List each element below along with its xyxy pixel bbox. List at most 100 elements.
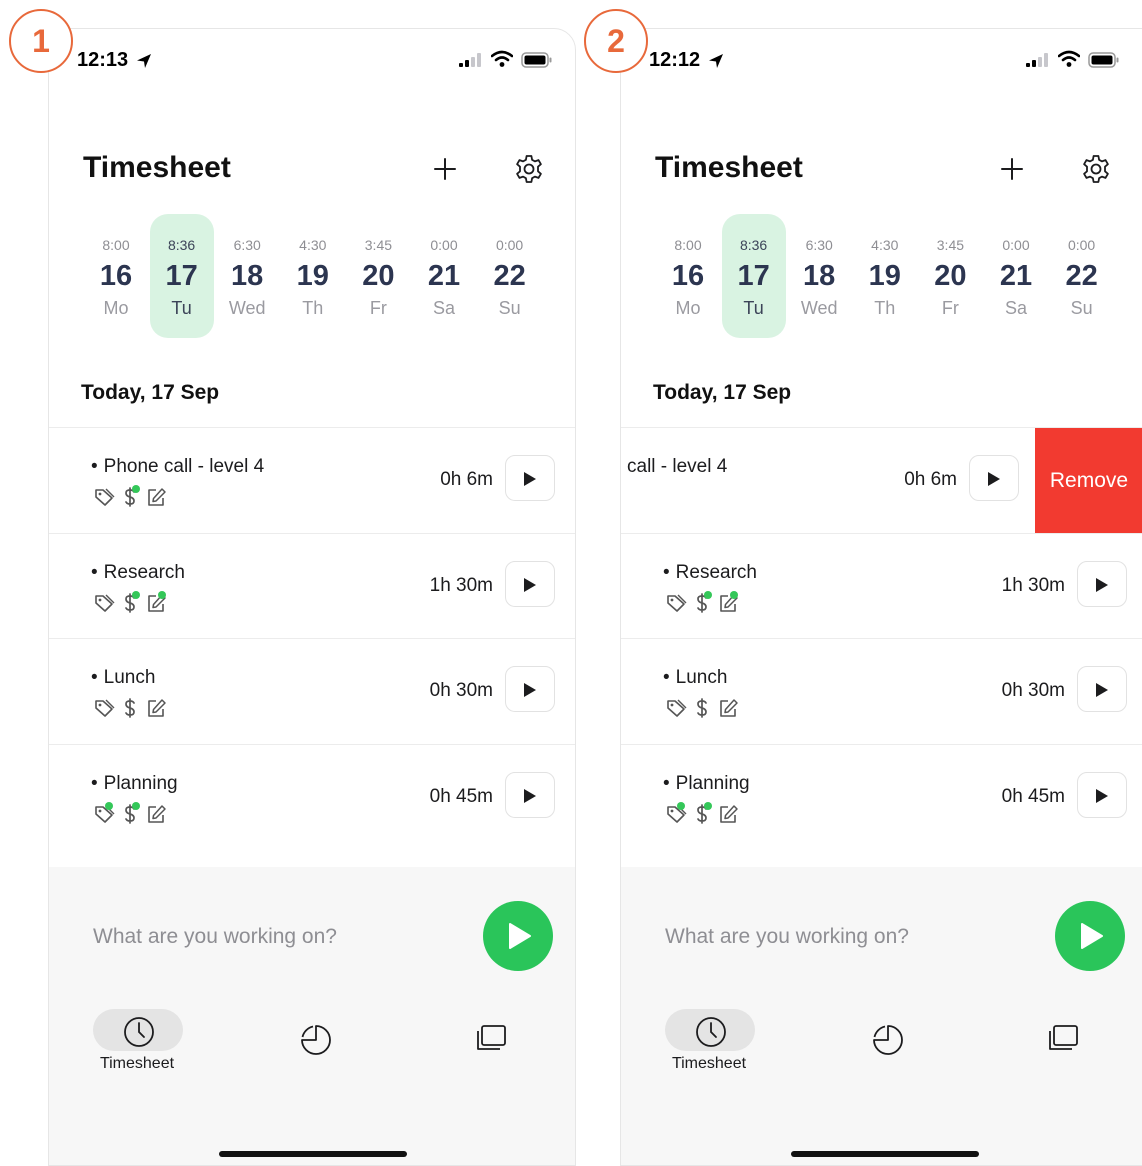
tag-icon[interactable] [93, 486, 115, 508]
step-badge-1: 1 [9, 9, 73, 73]
battery-icon [1088, 52, 1119, 68]
day-num: 21 [427, 260, 461, 292]
tab-projects[interactable] [429, 1009, 549, 1079]
entry-name: Lunch [91, 667, 156, 689]
time-entry-row[interactable]: Lunch 0h 30m [49, 638, 575, 744]
time-entry-row[interactable]: Research 1h 30m [621, 532, 1142, 640]
plus-icon[interactable] [998, 155, 1026, 183]
note-icon[interactable] [717, 697, 739, 719]
plus-icon[interactable] [431, 155, 459, 183]
day-cell-22[interactable]: 0:00 22 Su [1050, 214, 1114, 338]
day-hours: 3:45 [936, 237, 965, 253]
location-arrow-icon [137, 54, 151, 68]
day-cell-21[interactable]: 0:00 21 Sa [412, 214, 476, 338]
note-icon[interactable] [717, 803, 739, 825]
dollar-icon[interactable] [119, 485, 141, 508]
tag-icon[interactable] [93, 592, 115, 614]
day-cell-18[interactable]: 6:30 18 Wed [787, 214, 851, 338]
day-cell-22[interactable]: 0:00 22 Su [478, 214, 542, 338]
day-num: 19 [868, 260, 901, 292]
status-bar: 12:12 [649, 49, 1120, 73]
tag-icon[interactable] [665, 697, 687, 719]
note-icon[interactable] [145, 697, 167, 719]
entry-name: Research [91, 562, 185, 584]
start-timer-button[interactable] [483, 901, 553, 971]
entry-play-button[interactable] [505, 771, 555, 818]
entry-play-button[interactable] [1077, 560, 1127, 607]
tab-reports[interactable] [254, 1009, 374, 1079]
section-title: Today, 17 Sep [653, 381, 792, 404]
clock-icon [124, 1017, 154, 1047]
entry-play-button[interactable] [505, 666, 555, 712]
day-cell-20[interactable]: 3:45 20 Fr [346, 214, 410, 338]
day-cell-16[interactable]: 8:00 16 Mo [656, 214, 720, 338]
dollar-icon[interactable] [691, 697, 713, 719]
indicator-dot [704, 590, 712, 599]
tab-reports[interactable] [826, 1009, 946, 1079]
dollar-icon[interactable] [119, 697, 141, 719]
entry-play-button[interactable] [1077, 771, 1127, 818]
dollar-icon[interactable] [691, 801, 713, 825]
entry-duration: 0h 6m [440, 469, 493, 490]
day-cell-19[interactable]: 4:30 19 Th [853, 214, 917, 338]
tab-bar: Timesheet [49, 1009, 575, 1089]
entry-play-button[interactable] [969, 455, 1019, 501]
day-cell-16[interactable]: 8:00 16 Mo [84, 214, 148, 338]
day-name: Tu [171, 298, 192, 318]
note-icon[interactable] [145, 803, 167, 825]
time-entry-row[interactable]: Planning 0h 45m [49, 743, 575, 850]
day-cell-21[interactable]: 0:00 21 Sa [984, 214, 1048, 338]
task-input[interactable] [645, 917, 1035, 957]
entry-play-button[interactable] [1077, 666, 1127, 712]
page-title: Timesheet [655, 151, 803, 184]
dollar-icon[interactable] [119, 590, 141, 614]
time-entry-row[interactable]: Research 1h 30m [49, 532, 575, 639]
note-icon[interactable] [145, 486, 167, 508]
day-cell-19[interactable]: 4:30 19 Th [281, 214, 345, 338]
section-title: Today, 17 Sep [81, 381, 220, 404]
wifi-icon [491, 50, 513, 67]
pie-chart-icon [301, 1025, 331, 1055]
entry-content: Research 1h 30m [621, 534, 1142, 640]
day-cell-17[interactable]: 8:36 17 Tu [721, 214, 786, 338]
gear-icon[interactable] [1080, 153, 1112, 185]
tab-timesheet[interactable]: Timesheet [77, 1009, 197, 1079]
gear-icon[interactable] [513, 153, 545, 185]
page-title: Timesheet [83, 151, 231, 184]
tag-icon[interactable] [93, 801, 115, 825]
entry-duration: 0h 30m [429, 680, 493, 701]
entry-duration: 0h 45m [1001, 785, 1065, 807]
day-num: 18 [231, 260, 264, 292]
pie-chart-icon [873, 1025, 903, 1055]
time-entry-row[interactable]: Planning 0h 45m [621, 743, 1142, 850]
tag-icon[interactable] [665, 801, 687, 825]
note-icon[interactable] [717, 590, 739, 614]
folders-icon [1049, 1025, 1078, 1050]
start-timer-button[interactable] [1055, 901, 1125, 971]
entry-play-button[interactable] [505, 560, 555, 607]
phone-screen-2: 12:12 Timesheet 8:00 16 Mo 8:36 17 Tu 6:30 1 [620, 28, 1142, 1166]
task-input[interactable] [73, 917, 463, 957]
day-num: 22 [493, 260, 526, 292]
time-entry-row[interactable]: Phone call - level 4 0h 6m [49, 427, 575, 533]
tab-projects[interactable] [1001, 1009, 1121, 1079]
entry-play-button[interactable] [505, 455, 555, 501]
tab-timesheet[interactable]: Timesheet [649, 1009, 769, 1079]
day-cell-20[interactable]: 3:45 20 Fr [918, 214, 982, 338]
day-num: 21 [999, 260, 1033, 292]
dollar-icon[interactable] [691, 590, 713, 614]
note-icon[interactable] [145, 590, 167, 614]
timesheet-header: Timesheet [83, 151, 545, 191]
remove-button[interactable]: Remove [1035, 428, 1142, 534]
day-cell-17[interactable]: 8:36 17 Tu [149, 214, 214, 338]
day-hours: 4:30 [299, 237, 327, 253]
time-entry-row[interactable]: call - level 4 0h 6m Remove [621, 427, 1142, 534]
tag-icon[interactable] [93, 697, 115, 719]
dollar-icon[interactable] [119, 801, 141, 825]
day-name: Su [1070, 298, 1093, 318]
day-cell-18[interactable]: 6:30 18 Wed [215, 214, 279, 338]
tag-icon[interactable] [665, 592, 687, 614]
signal-icon [1026, 53, 1048, 67]
time-entry-row[interactable]: Lunch 0h 30m [621, 638, 1142, 744]
entry-duration: 0h 30m [1001, 680, 1065, 701]
